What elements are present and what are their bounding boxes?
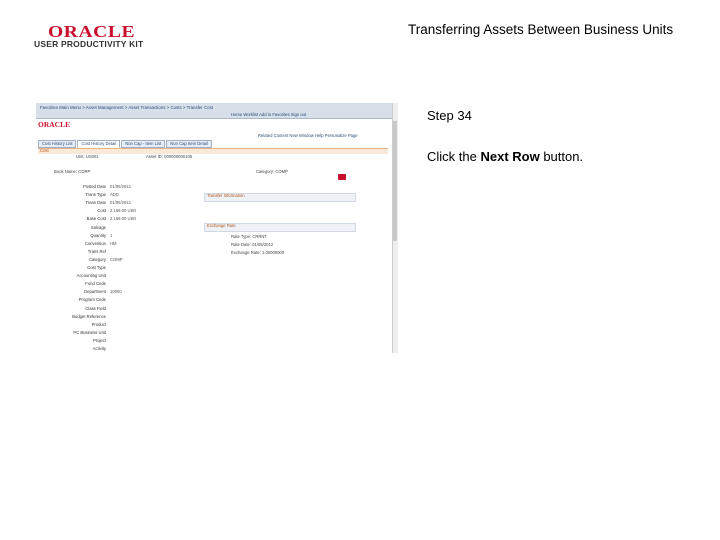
field-label: Trans Type <box>85 192 106 198</box>
transfer-information-panel: Transfer Information <box>204 193 356 202</box>
field-row: Product <box>36 321 201 330</box>
field-row: Activity <box>36 346 201 353</box>
field-label: Category <box>89 256 106 262</box>
book-value: CORP <box>78 169 91 174</box>
field-row: Quantity 1 <box>36 232 201 241</box>
asset-row: Asset ID: 000000000105 <box>146 154 193 159</box>
screenshot-header-links: Home Worklist Add to Favorites Sign out <box>231 112 307 117</box>
instruction-button-name: Next Row <box>480 149 540 164</box>
field-label: Activity <box>92 346 106 351</box>
field-row: Trans Date 01/05/2012 <box>36 200 201 208</box>
field-label: Base Cost <box>86 216 106 222</box>
field-row: Posted Date 01/05/2012 <box>36 184 201 192</box>
application-screenshot: Favorites Main Menu > Asset Management >… <box>36 103 398 353</box>
field-value: 10000 <box>110 289 122 295</box>
unit-label: Unit: <box>76 154 85 159</box>
field-label: Department <box>84 289 106 295</box>
field-row: Cost 2,169.00 USD <box>36 209 201 216</box>
field-row: Department 10000 <box>36 290 201 297</box>
instruction-prefix: Click the <box>427 149 481 164</box>
field-label: Product <box>91 321 106 327</box>
field-row: Fund Code <box>36 281 201 289</box>
oracle-upk-logo: ORACLE USER PRODUCTIVITY KIT <box>34 22 143 52</box>
instruction-suffix: button. <box>539 149 584 164</box>
field-label: Cost <box>97 208 106 214</box>
field-row: Budget Reference <box>36 313 201 322</box>
field-label: Class Field <box>85 305 106 311</box>
exchange-row-3: Exchange Rate: 1.00000000 <box>231 250 285 255</box>
tab-cost-history-list: Cost History List <box>38 140 77 148</box>
screenshot-scrollbar-thumb <box>393 121 397 241</box>
field-label: Budget Reference <box>72 313 106 319</box>
upk-wordmark: USER PRODUCTIVITY KIT <box>34 39 144 49</box>
next-row-button[interactable] <box>338 174 346 180</box>
field-value: 01/05/2012 <box>110 200 131 206</box>
field-value: 01/05/2012 <box>110 184 131 189</box>
field-label: Salvage <box>90 224 106 230</box>
step-instruction: Click the Next Row button. <box>427 149 583 164</box>
field-label: Convention <box>84 240 106 246</box>
tab-cost-history-detail: Cost History Detail <box>77 140 121 148</box>
tab-non-cap-item-detail: Non Cap Item Detail <box>166 140 212 148</box>
asset-label: Asset ID: <box>146 154 163 159</box>
field-row: Convention HM <box>36 240 201 249</box>
field-row: Category COMP <box>36 256 201 265</box>
field-value: HM <box>110 240 117 246</box>
unit-row: Unit: US001 <box>76 154 99 159</box>
field-label: Trans Date <box>85 200 106 206</box>
field-value: COMP <box>110 256 123 262</box>
screenshot-breadcrumb: Favorites Main Menu > Asset Management >… <box>40 105 214 110</box>
cost-field-list: Posted Date 01/05/2012 Trans Type ADD Trans … <box>36 184 201 353</box>
category-label: Category: <box>256 169 275 174</box>
field-value: 1 <box>110 232 113 238</box>
exchange-row-2: Rate Date: 01/05/2012 <box>231 242 274 247</box>
field-row: Trans Type ADD <box>36 192 201 200</box>
field-label: Fund Code <box>85 281 106 287</box>
field-label: Accounting Unit <box>76 273 106 279</box>
step-title: Step 34 <box>427 108 472 123</box>
field-label: PC Business Unit <box>73 329 106 335</box>
unit-value: US001 <box>85 154 99 159</box>
exchange-rate-panel: Exchange Rate <box>204 223 356 232</box>
field-label: Program Code <box>78 297 106 303</box>
field-row: Base Cost 2,169.00 USD <box>36 217 201 224</box>
tab-non-cap-item-list: Non Cap - Item List <box>121 140 166 148</box>
field-row: Trans Ref <box>36 248 201 257</box>
field-row: Program Code <box>36 298 201 305</box>
field-row: Class Field <box>36 305 201 314</box>
page-title: Transferring Assets Between Business Uni… <box>408 22 674 37</box>
field-label: Cost Type <box>87 265 106 270</box>
category-value: COMP <box>275 169 288 174</box>
field-value: 2,169.00 USD <box>110 208 137 214</box>
book-row: Book Name: CORP <box>54 169 91 174</box>
exchange-row-1: Rate Type: CRRNT <box>231 234 267 239</box>
field-label: Project <box>92 337 106 343</box>
category-row: Category: COMP <box>256 169 288 174</box>
field-label: Trans Ref <box>87 248 106 254</box>
field-value: ADD <box>110 192 119 198</box>
field-label: Posted Date <box>82 184 106 189</box>
screenshot-tabs: Cost History List Cost History Detail No… <box>38 140 212 148</box>
field-row: Accounting Unit <box>36 273 201 281</box>
field-value: 2,169.00 USD <box>110 216 137 222</box>
field-label: Quantity <box>90 232 106 238</box>
field-row: Cost Type <box>36 265 201 273</box>
field-row: Salvage <box>36 224 201 233</box>
field-row: PC Business Unit <box>36 329 201 338</box>
asset-value: 000000000105 <box>164 154 193 159</box>
book-label: Book Name: <box>54 169 78 174</box>
screenshot-oracle-logo: ORACLE <box>38 120 71 129</box>
field-row: Project <box>36 337 201 346</box>
screenshot-related-links: Related Content New Window Help Personal… <box>258 133 358 138</box>
